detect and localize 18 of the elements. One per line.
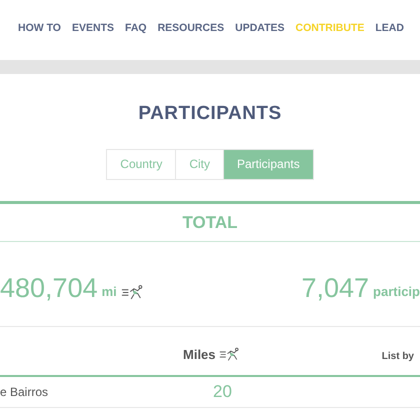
total-participants: 7,047 <box>301 275 370 302</box>
nav-link[interactable]: FAQ <box>125 21 147 37</box>
table-cell-text: 20 <box>213 381 232 404</box>
runner-icon <box>120 283 145 302</box>
total-title: TOTAL <box>181 212 239 234</box>
nav-link[interactable]: RESOURCES <box>158 21 224 37</box>
nav-link[interactable]: EVENTS <box>72 21 114 37</box>
total-miles: 480,704 <box>0 275 98 302</box>
nav-link[interactable]: UPDATES <box>235 21 285 37</box>
runner-icon <box>218 346 241 364</box>
nav-link[interactable]: LEAD <box>375 21 404 37</box>
table-cell-text: e Bairros <box>0 384 48 401</box>
miles-column-header: Miles <box>183 346 216 364</box>
list-by-label: List by <box>382 350 414 364</box>
nav-link[interactable]: HOW TO <box>18 21 61 37</box>
miles-unit: mi <box>102 282 117 300</box>
page-heading: PARTICIPANTS <box>137 102 283 126</box>
participants-unit: particip <box>373 282 420 301</box>
